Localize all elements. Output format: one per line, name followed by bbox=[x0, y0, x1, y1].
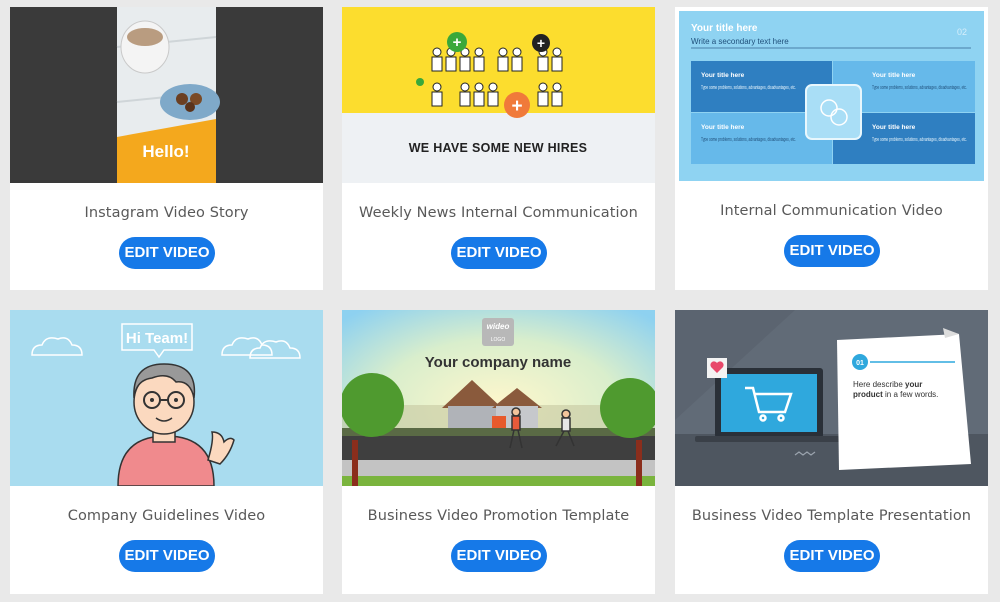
template-title: Company Guidelines Video bbox=[67, 508, 266, 524]
svg-text:Type some problems, solutions,: Type some problems, solutions, advantage… bbox=[701, 85, 796, 91]
template-thumbnail[interactable]: 01 Here describe your product in a few w… bbox=[675, 310, 988, 486]
template-card[interactable]: Your title here Write a secondary text h… bbox=[675, 7, 988, 290]
template-thumbnail[interactable]: Your title here Write a secondary text h… bbox=[679, 11, 984, 185]
company-name: Your company name bbox=[425, 354, 571, 371]
svg-text:Type some problems, solutions,: Type some problems, solutions, advantage… bbox=[701, 137, 796, 143]
svg-text:Type some problems, solutions,: Type some problems, solutions, advantage… bbox=[872, 137, 967, 143]
template-card[interactable]: Hi Team! Company Guidelines Video EDIT V… bbox=[10, 310, 323, 594]
edit-video-button[interactable]: EDIT VIDEO bbox=[119, 540, 215, 572]
template-card[interactable]: Hello! Instagram Video Story EDIT VIDEO bbox=[10, 7, 323, 290]
template-card[interactable]: 01 Here describe your product in a few w… bbox=[675, 310, 988, 594]
description-text: Here describe your bbox=[853, 380, 922, 389]
logo-subtext: LOGO bbox=[491, 337, 506, 343]
svg-text:Your title here: Your title here bbox=[872, 124, 916, 131]
logo-text: wideo bbox=[487, 322, 510, 331]
template-title: Weekly News Internal Communication bbox=[359, 205, 638, 221]
template-title: Business Video Promotion Template bbox=[367, 508, 630, 524]
edit-video-button[interactable]: EDIT VIDEO bbox=[451, 237, 547, 269]
template-card[interactable]: + + + WE HAVE SOME NEW HIRES Weekly News… bbox=[342, 7, 655, 290]
svg-text:Your title here: Your title here bbox=[701, 72, 745, 79]
thumbnail-text: Hello! bbox=[142, 142, 189, 161]
template-thumbnail[interactable]: + + + WE HAVE SOME NEW HIRES bbox=[342, 7, 655, 183]
template-title: Instagram Video Story bbox=[84, 205, 249, 221]
template-title: Internal Communication Video bbox=[720, 203, 943, 219]
edit-video-button[interactable]: EDIT VIDEO bbox=[784, 540, 880, 572]
thumbnail-text: Hi Team! bbox=[126, 330, 188, 347]
edit-video-button[interactable]: EDIT VIDEO bbox=[784, 235, 880, 267]
edit-video-button[interactable]: EDIT VIDEO bbox=[119, 237, 215, 269]
slide-page: 02 bbox=[957, 27, 967, 37]
svg-text:Your title here: Your title here bbox=[872, 72, 916, 79]
template-thumbnail[interactable]: wideo LOGO Your company name bbox=[342, 310, 655, 486]
svg-text:+: + bbox=[537, 35, 545, 51]
template-thumbnail[interactable]: Hello! bbox=[10, 7, 323, 183]
template-thumbnail[interactable]: Hi Team! bbox=[10, 310, 323, 486]
slide-subtitle: Write a secondary text here bbox=[691, 37, 789, 46]
edit-video-button[interactable]: EDIT VIDEO bbox=[451, 540, 547, 572]
svg-text:+: + bbox=[511, 96, 522, 117]
step-number: 01 bbox=[856, 360, 864, 367]
slide-title: Your title here bbox=[691, 23, 758, 34]
template-title: Business Video Template Presentation bbox=[691, 508, 972, 524]
thumbnail-text: WE HAVE SOME NEW HIRES bbox=[409, 141, 588, 155]
svg-text:+: + bbox=[453, 34, 462, 51]
svg-text:Type some problems, solutions,: Type some problems, solutions, advantage… bbox=[872, 85, 967, 91]
svg-text:product in a few words.: product in a few words. bbox=[853, 390, 938, 399]
template-card[interactable]: wideo LOGO Your company name Business Vi… bbox=[342, 310, 655, 594]
svg-text:Your title here: Your title here bbox=[701, 124, 745, 131]
